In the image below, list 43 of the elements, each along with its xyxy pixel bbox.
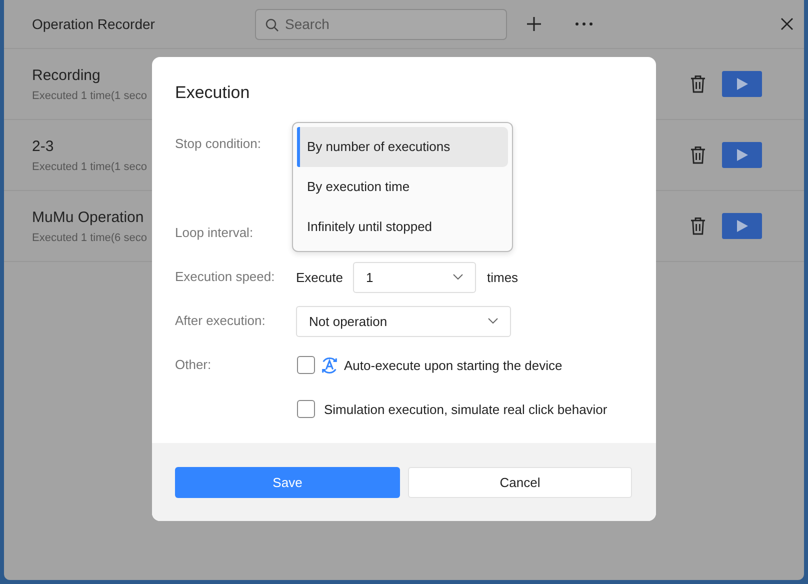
recording-name: 2-3 <box>32 138 54 154</box>
play-icon <box>736 78 748 90</box>
auto-run-icon <box>320 356 339 374</box>
chevron-icon <box>488 318 498 324</box>
recording-summary: Executed 1 time(6 seco <box>32 232 147 244</box>
dialog-title: Execution <box>174 82 251 104</box>
field-label: Other: <box>175 356 212 374</box>
dropdown-field[interactable]: Not operation <box>296 306 511 336</box>
menu-item[interactable]: By execution time <box>297 167 508 207</box>
play-button[interactable] <box>722 71 762 97</box>
recording-name: Recording <box>32 66 100 84</box>
prefix-label: Execute <box>296 270 343 284</box>
checkbox[interactable] <box>297 400 315 418</box>
option-label: Auto-execute upon starting the device <box>344 358 562 372</box>
checkbox[interactable] <box>297 356 315 374</box>
field-label: Stop condition: <box>175 135 262 153</box>
option-label: Simulation execution, simulate real click behavior <box>324 402 608 416</box>
cancel-button[interactable]: Cancel <box>408 467 632 498</box>
recording-summary: Executed 1 time(1 seco <box>32 90 147 102</box>
search-field[interactable]: Search <box>255 8 507 40</box>
close-icon[interactable] <box>781 18 793 30</box>
field-label: Loop interval: <box>175 224 254 242</box>
menu-item[interactable]: Infinitely until stopped <box>297 207 508 247</box>
save-button[interactable]: Save <box>175 467 400 498</box>
search-icon <box>265 18 279 32</box>
field-label: Execution speed: <box>175 268 276 286</box>
play-button[interactable] <box>722 213 762 239</box>
field-label: After execution: <box>175 312 266 330</box>
trash-icon[interactable] <box>690 75 706 93</box>
play-icon <box>736 220 748 232</box>
play-icon <box>736 149 748 161</box>
window-title: Operation Recorder <box>32 16 156 32</box>
add-icon[interactable] <box>527 17 541 31</box>
chevron-icon <box>452 274 463 280</box>
dropdown-field[interactable]: 1 <box>352 262 476 292</box>
play-button[interactable] <box>722 142 762 168</box>
menu-item[interactable]: By number of executions <box>297 127 508 167</box>
recording-name: MuMu Operation <box>32 208 144 226</box>
suffix-label: times <box>486 270 518 284</box>
trash-icon[interactable] <box>690 146 706 164</box>
more-icon[interactable] <box>575 22 593 26</box>
recording-summary: Executed 1 time(1 seco <box>32 160 147 172</box>
trash-icon[interactable] <box>690 217 706 235</box>
